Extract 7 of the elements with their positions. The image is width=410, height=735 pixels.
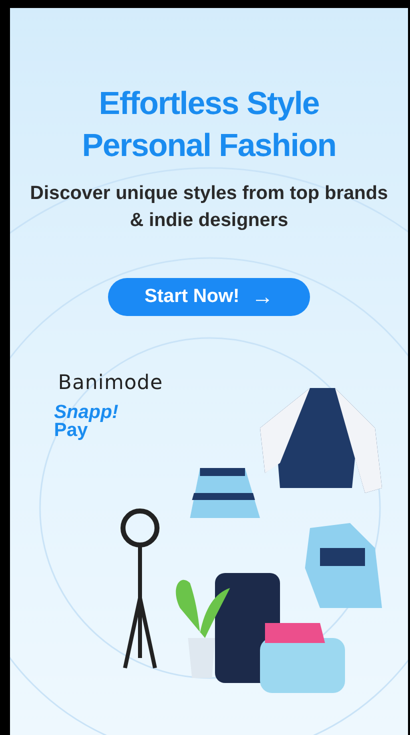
- snapp-logo-text: Snapp!: [54, 404, 120, 422]
- start-now-button[interactable]: Start Now! →: [108, 278, 310, 316]
- banimode-logo-text: Banimode: [58, 372, 163, 392]
- headline: Effortless Style: [98, 84, 320, 123]
- headline: Personal Fashion: [82, 126, 336, 165]
- subtitle: Discover unique styles from top brands & indie designers: [29, 182, 389, 233]
- pay-logo-text: Pay: [54, 422, 88, 440]
